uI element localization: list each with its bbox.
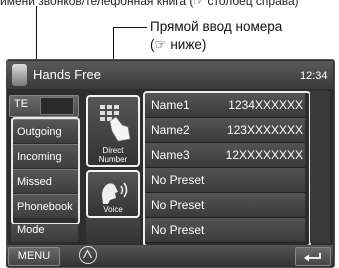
triangle-icon: [82, 249, 93, 259]
preset-list-highlight: [143, 91, 311, 247]
clock: 12:34: [300, 70, 328, 82]
direct-number-callout-ref: (☞ ниже): [150, 37, 207, 52]
direct-label-2: Number: [98, 155, 128, 164]
scrollbar[interactable]: [310, 91, 330, 243]
direct-number-button[interactable]: Direct Number: [86, 95, 140, 167]
tab-tel-label: TE: [14, 98, 29, 110]
page-title: Hands Free: [33, 67, 101, 82]
direct-number-callout: Прямой ввод номера: [150, 19, 283, 34]
mid-spacer: [86, 218, 140, 244]
back-button[interactable]: [295, 247, 331, 266]
voice-button[interactable]: Voice: [86, 170, 140, 218]
phone-icon: [12, 64, 27, 86]
tel-slot: [40, 97, 74, 115]
circle-button[interactable]: [79, 246, 97, 264]
keypad-hand-icon: [100, 105, 131, 142]
top-caption: имени звонков/телефонная книга (☞ столбе…: [0, 0, 299, 8]
voice-icon: [102, 182, 128, 204]
menu-button[interactable]: MENU: [8, 247, 60, 266]
call-list-highlight: [11, 117, 80, 225]
mode-button[interactable]: Mode: [11, 224, 78, 242]
callout-line: [113, 27, 147, 28]
return-arrow-icon: [304, 253, 321, 262]
direct-label-1: Direct: [102, 146, 124, 155]
voice-label: Voice: [103, 205, 123, 214]
